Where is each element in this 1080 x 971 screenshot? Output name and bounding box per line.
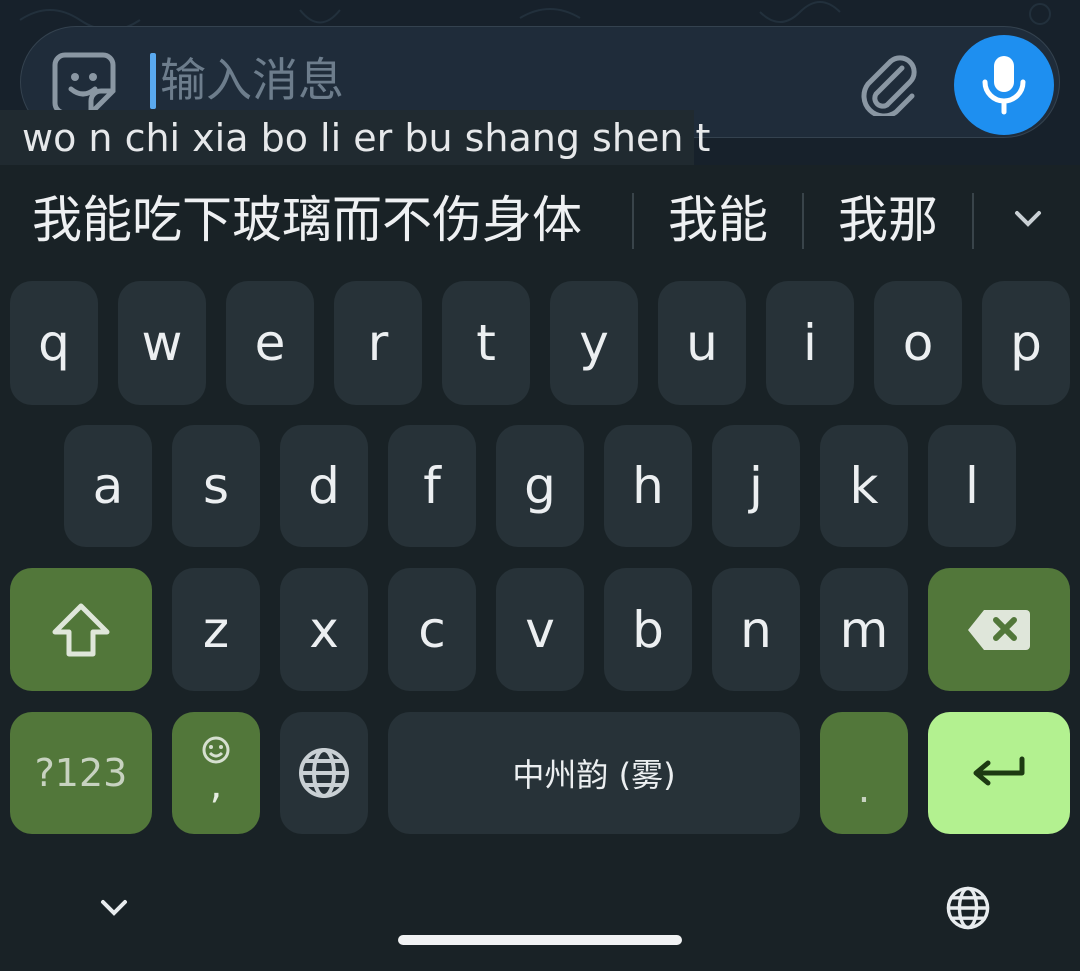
hide-keyboard-button[interactable] bbox=[86, 880, 142, 936]
key-x[interactable]: x bbox=[280, 568, 368, 691]
key-s[interactable]: s bbox=[172, 425, 260, 547]
key-r[interactable]: r bbox=[334, 281, 422, 405]
candidate-3[interactable]: 我那 bbox=[838, 185, 938, 255]
key-d[interactable]: d bbox=[280, 425, 368, 547]
microphone-icon bbox=[982, 56, 1026, 115]
key-t[interactable]: t bbox=[442, 281, 530, 405]
key-m[interactable]: m bbox=[820, 568, 908, 691]
key-q[interactable]: q bbox=[10, 281, 98, 405]
candidate-divider bbox=[972, 193, 974, 249]
key-e[interactable]: e bbox=[226, 281, 314, 405]
key-l[interactable]: l bbox=[928, 425, 1016, 547]
attach-button[interactable] bbox=[850, 46, 926, 122]
expand-candidates-button[interactable] bbox=[1000, 191, 1056, 247]
keyboard: 我能吃下玻璃而不伤身体 我能 我那 q w e r t y u i o p a … bbox=[0, 165, 1080, 971]
candidate-divider bbox=[802, 193, 804, 249]
shift-key[interactable] bbox=[10, 568, 152, 691]
backspace-icon bbox=[968, 609, 1030, 650]
enter-return-icon bbox=[973, 756, 1025, 786]
text-cursor bbox=[150, 53, 156, 109]
paperclip-icon bbox=[861, 55, 917, 116]
key-g[interactable]: g bbox=[496, 425, 584, 547]
key-v[interactable]: v bbox=[496, 568, 584, 691]
globe-icon bbox=[299, 748, 349, 798]
key-i[interactable]: i bbox=[766, 281, 854, 405]
key-a[interactable]: a bbox=[64, 425, 152, 547]
key-c[interactable]: c bbox=[388, 568, 476, 691]
key-z[interactable]: z bbox=[172, 568, 260, 691]
pinyin-composing-text: wo n chi xia bo li er bu shang shen t bbox=[0, 110, 710, 166]
key-o[interactable]: o bbox=[874, 281, 962, 405]
key-b[interactable]: b bbox=[604, 568, 692, 691]
key-w[interactable]: w bbox=[118, 281, 206, 405]
chevron-down-icon bbox=[101, 900, 127, 916]
navigation-bar bbox=[0, 860, 1080, 971]
home-indicator[interactable] bbox=[398, 935, 682, 945]
key-p[interactable]: p bbox=[982, 281, 1070, 405]
globe-icon bbox=[946, 886, 990, 930]
key-u[interactable]: u bbox=[658, 281, 746, 405]
candidate-1[interactable]: 我能吃下玻璃而不伤身体 bbox=[32, 185, 582, 255]
key-y[interactable]: y bbox=[550, 281, 638, 405]
key-h[interactable]: h bbox=[604, 425, 692, 547]
language-key[interactable] bbox=[280, 712, 368, 834]
switch-keyboard-button[interactable] bbox=[940, 880, 996, 936]
candidate-2[interactable]: 我能 bbox=[668, 185, 768, 255]
backspace-key[interactable] bbox=[928, 568, 1070, 691]
key-j[interactable]: j bbox=[712, 425, 800, 547]
candidate-bar: 我能吃下玻璃而不伤身体 我能 我那 bbox=[0, 165, 1080, 275]
emoji-smiley-icon bbox=[202, 736, 230, 764]
key-n[interactable]: n bbox=[712, 568, 800, 691]
sticker-smiley-icon bbox=[52, 52, 116, 116]
comma-label: , bbox=[209, 762, 223, 808]
chevron-down-icon bbox=[1015, 211, 1041, 227]
period-key[interactable]: . bbox=[820, 712, 908, 834]
candidate-divider bbox=[632, 193, 634, 249]
key-f[interactable]: f bbox=[388, 425, 476, 547]
space-key[interactable]: 中州韵 (雾) bbox=[388, 712, 800, 834]
microphone-button[interactable] bbox=[954, 35, 1054, 135]
enter-key[interactable] bbox=[928, 712, 1070, 834]
key-k[interactable]: k bbox=[820, 425, 908, 547]
shift-arrow-icon bbox=[52, 603, 110, 656]
symbols-key[interactable]: ?123 bbox=[10, 712, 152, 834]
comma-emoji-key[interactable]: , bbox=[172, 712, 260, 834]
message-input[interactable]: 输入消息 bbox=[160, 48, 840, 112]
